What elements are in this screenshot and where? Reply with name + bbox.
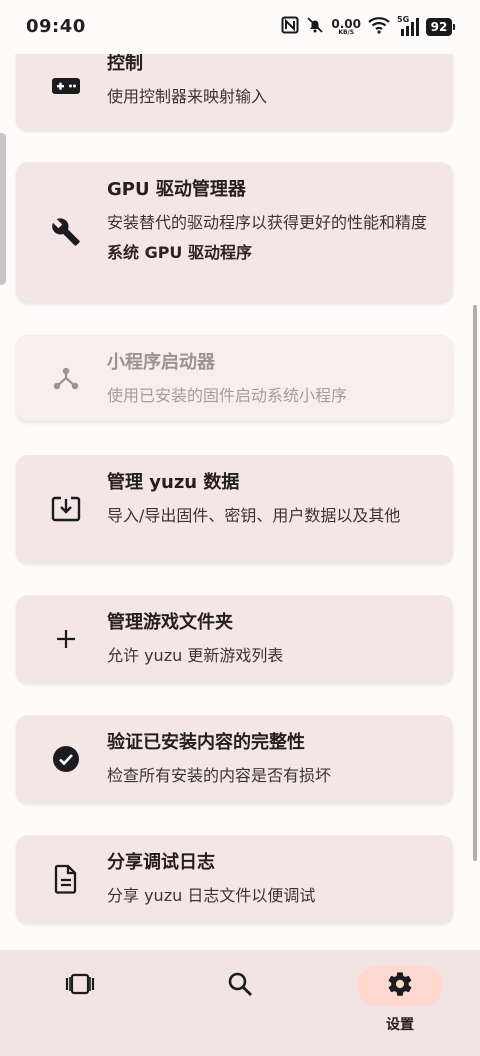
settings-item-manage-game-folders[interactable]: 管理游戏文件夹 允许 yuzu 更新游戏列表 [16, 595, 453, 683]
check-circle-icon [50, 743, 82, 775]
status-icons: 0.00 KB/S 5G 92 [281, 14, 455, 40]
nav-pill [37, 966, 123, 1006]
settings-item-verify-installed-content[interactable]: 验证已安装内容的完整性 检查所有安装的内容是否有损坏 [16, 715, 453, 803]
net-speed: 0.00 KB/S [331, 18, 361, 36]
settings-item-title: 管理游戏文件夹 [107, 612, 233, 633]
nav-item-search[interactable] [160, 950, 320, 1056]
settings-item-description: 允许 yuzu 更新游戏列表 [107, 646, 284, 665]
nfc-icon [281, 16, 299, 38]
plus-icon [50, 623, 82, 655]
nav-item-games[interactable] [0, 950, 160, 1056]
settings-item-description: 使用控制器来映射输入 [107, 87, 268, 106]
status-time: 09:40 [26, 16, 86, 37]
settings-item-share-debug-log[interactable]: 分享调试日志 分享 yuzu 日志文件以便调试 [16, 835, 453, 923]
settings-item-description: 导入/导出固件、密钥、用户数据以及其他 [107, 506, 401, 525]
settings-item-controls[interactable]: 控制 使用控制器来映射输入 [16, 54, 453, 130]
settings-item-gpu-driver-manager[interactable]: GPU 驱动管理器 安装替代的驱动程序以获得更好的性能和精度 系统 GPU 驱动… [16, 162, 453, 302]
settings-item-manage-yuzu-data[interactable]: 管理 yuzu 数据 导入/导出固件、密钥、用户数据以及其他 [16, 455, 453, 563]
signal-icon: 5G [397, 15, 419, 37]
bell-off-icon [306, 16, 324, 38]
battery-icon: 92 [426, 18, 455, 36]
settings-item-description: 使用已安装的固件启动系统小程序 [107, 386, 348, 405]
settings-item-description: 安装替代的驱动程序以获得更好的性能和精度 [107, 213, 428, 232]
bottom-navigation: 设置 [0, 950, 480, 1056]
document-icon [50, 863, 82, 895]
search-icon [227, 971, 253, 1001]
settings-item-title: 验证已安装内容的完整性 [107, 732, 305, 753]
settings-item-title: 管理 yuzu 数据 [107, 472, 240, 493]
settings-item-applet-launcher: 小程序启动器 使用已安装的固件启动系统小程序 [16, 335, 453, 421]
settings-item-title: GPU 驱动管理器 [107, 179, 246, 200]
wifi-icon [368, 16, 390, 38]
gamepad-icon [50, 70, 82, 102]
game-carousel-icon [65, 973, 95, 999]
nav-pill-active [357, 966, 443, 1006]
settings-item-value: 系统 GPU 驱动程序 [107, 243, 252, 262]
settings-list: 控制 使用控制器来映射输入 GPU 驱动管理器 安装替代的驱动程序以获得更好的性… [0, 54, 480, 950]
settings-item-description: 检查所有安装的内容是否有损坏 [107, 766, 332, 785]
status-bar: 09:40 0.00 KB/S 5G 92 [0, 0, 480, 54]
applet-icon [50, 362, 82, 394]
nav-pill [197, 966, 283, 1006]
settings-item-description: 分享 yuzu 日志文件以便调试 [107, 886, 316, 905]
wrench-icon [50, 216, 82, 248]
settings-item-title: 分享调试日志 [107, 852, 215, 873]
nav-item-settings[interactable]: 设置 [320, 950, 480, 1056]
edge-handle[interactable] [0, 133, 6, 285]
download-box-icon [50, 493, 82, 525]
settings-item-title: 小程序启动器 [107, 352, 215, 373]
gear-icon [386, 970, 414, 1002]
scrollbar[interactable] [473, 305, 477, 861]
settings-item-title: 控制 [107, 54, 143, 74]
nav-label-settings: 设置 [386, 1017, 414, 1033]
net-speed-unit: KB/S [338, 29, 355, 36]
